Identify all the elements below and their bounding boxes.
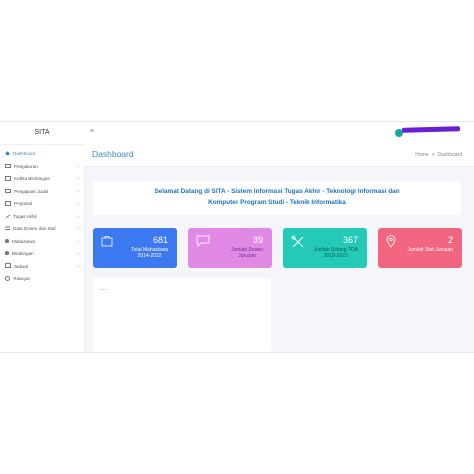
page-title: Dashboard — [92, 149, 134, 159]
user-name-redacted[interactable] — [401, 126, 461, 133]
breadcrumb-current: Dashboard — [437, 152, 462, 158]
card-total-mahasiswa[interactable]: 681 Total Mahasiswa 2014-2022 — [93, 228, 177, 268]
card-label-line-2: 2014-2022 — [137, 252, 162, 259]
brand-logo[interactable]: SITA — [0, 122, 84, 145]
pencil-icon — [4, 213, 11, 219]
sidebar-item-pengaturan[interactable]: Pengaturan › — [0, 161, 84, 174]
card-jumlah-staf[interactable]: 2 Jumlah Staf Jurusan — [378, 228, 462, 268]
monitor-icon — [5, 163, 11, 169]
sidebar-item-proposal[interactable]: Proposal › — [0, 198, 84, 211]
sidebar-item-label: Riwayat — [13, 276, 30, 281]
tools-icon — [291, 235, 304, 248]
sidebar-item-mahasiswa[interactable]: Mahasiswa › — [0, 236, 84, 249]
card-jumlah-sidang[interactable]: 367 Jumlah Sidang TOA 2018-2022 — [283, 228, 367, 268]
chevron-right-icon: › — [77, 263, 79, 270]
card-label-line-2: Jurusan — [238, 252, 256, 259]
sidebar-item-label: Mahasiswa — [12, 238, 35, 244]
sidebar-item-jadwal[interactable]: Jadwal › — [0, 261, 84, 274]
sidebar-item-tugas-akhir[interactable]: Tugas Akhir › — [0, 211, 84, 224]
chevron-right-icon: › — [77, 188, 79, 195]
chevron-right-icon: › — [77, 213, 79, 220]
monitor-icon — [5, 201, 11, 206]
chevron-right-icon: › — [77, 226, 79, 232]
sidebar-item-label: Tugas Akhir — [13, 213, 38, 219]
chevron-right-icon: › — [77, 251, 79, 257]
user-icon — [5, 238, 9, 243]
sidebar-item-label: Proposal — [14, 201, 33, 206]
chat-icon — [196, 235, 210, 247]
location-icon — [386, 235, 396, 248]
calendar-icon — [5, 263, 11, 269]
sidebar-item-data-dosen-staf[interactable]: Data Dosen dan Staf › — [0, 223, 84, 236]
chevron-right-icon: › — [77, 238, 79, 245]
monitor-icon — [5, 188, 11, 194]
sidebar-item-riwayat[interactable]: Riwayat — [0, 273, 84, 286]
sidebar: SITA Dashboard Pengaturan › Kebita Bimbin… — [0, 122, 85, 352]
history-icon — [5, 275, 11, 281]
breadcrumb: Home > Dashboard — [415, 152, 462, 158]
sidebar-item-pengajuan-judul[interactable]: Pengajuan Judul › — [0, 186, 84, 199]
sidebar-item-label: Kebita Bimbingan — [14, 176, 51, 181]
monitor-icon — [5, 176, 11, 181]
app-frame: SITA Dashboard Pengaturan › Kebita Bimbin… — [0, 121, 474, 353]
card-label: Jumlah Staf Jurusan — [407, 247, 453, 254]
card-label: Jumlah Dosen Jurusan — [231, 247, 263, 259]
sidebar-item-label: Dashboard — [13, 151, 36, 156]
menu-toggle-icon[interactable]: ≡ — [90, 128, 94, 136]
chevron-right-icon: › — [77, 163, 79, 170]
sidebar-item-label: Bimbingan — [12, 251, 34, 256]
sidebar-item-kebita-bimbingan[interactable]: Kebita Bimbingan › — [0, 173, 84, 186]
content-panel: ...... — [93, 278, 271, 352]
folder-icon — [101, 236, 113, 247]
panel-text: ...... — [99, 286, 108, 292]
card-label-line-1: Jumlah Staf Jurusan — [407, 247, 453, 253]
top-navbar: ≡ — [84, 122, 474, 145]
sidebar-item-label: Jadwal — [13, 263, 28, 269]
card-label: Total Mahasiswa 2014-2022 — [131, 247, 168, 259]
sidebar-item-label: Pengajuan Judul — [14, 188, 49, 194]
card-label: Jumlah Sidang TOA 2018-2022 — [313, 247, 358, 259]
welcome-message: Selamat Datang di SITA - Sistem Informas… — [154, 188, 400, 206]
card-jumlah-dosen[interactable]: 39 Jumlah Dosen Jurusan — [188, 228, 272, 268]
welcome-box: Selamat Datang di SITA - Sistem Informas… — [93, 181, 461, 215]
chevron-right-icon: > — [431, 152, 435, 158]
card-value: 681 — [152, 235, 168, 245]
home-icon — [5, 151, 10, 156]
sidebar-item-label: Data Dosen dan Staf — [13, 226, 56, 231]
chevron-right-icon: › — [77, 176, 79, 182]
content-header: Dashboard Home > Dashboard — [84, 144, 474, 167]
card-label-line-2: 2018-2022 — [323, 252, 348, 259]
card-value: 367 — [342, 235, 358, 245]
sidebar-item-bimbingan[interactable]: Bimbingan › — [0, 248, 84, 261]
chevron-right-icon: › — [77, 201, 79, 207]
card-value: 2 — [447, 235, 453, 245]
breadcrumb-home[interactable]: Home — [415, 152, 428, 158]
sidebar-item-dashboard[interactable]: Dashboard — [0, 148, 84, 161]
card-value: 39 — [252, 235, 263, 245]
sidebar-item-label: Pengaturan — [14, 163, 38, 169]
user-icon — [5, 251, 9, 256]
list-icon — [5, 226, 10, 231]
